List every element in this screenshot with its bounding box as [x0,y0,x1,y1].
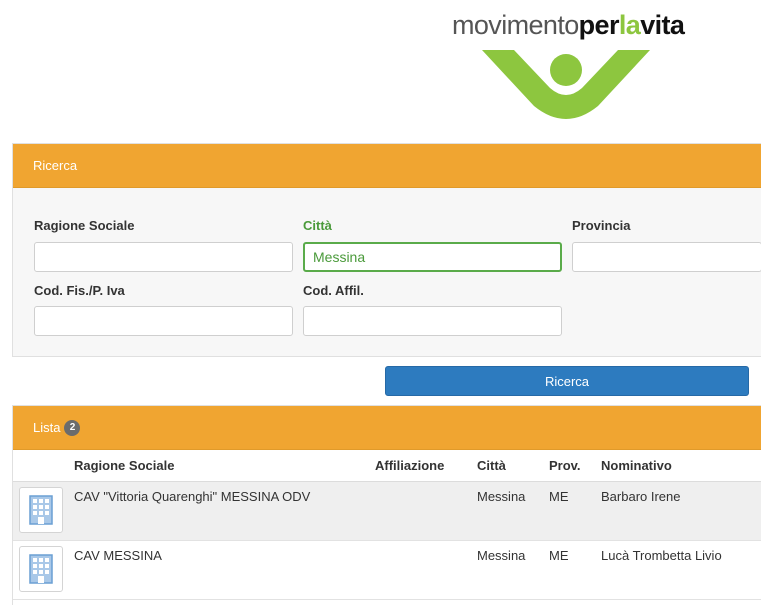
cell-citta: Messina [477,548,526,563]
list-panel-header: Lista 2 [13,406,761,450]
cod-fis-piva-input[interactable] [34,306,293,336]
column-header-affiliazione[interactable]: Affiliazione [375,458,444,473]
search-panel-title: Ricerca [33,158,78,173]
column-header-prov[interactable]: Prov. [549,458,581,473]
cod-affil-input[interactable] [303,306,562,336]
citta-input[interactable] [303,242,562,272]
table-row[interactable]: CAV MESSINA Messina ME Lucà Trombetta Li… [13,541,761,600]
cell-ragione-sociale: CAV MESSINA [74,548,162,563]
logo-text: movimentoperlavita [452,10,685,40]
cell-prov: ME [549,548,569,563]
citta-label: Città [303,218,332,233]
cell-nominativo: Lucà Trombetta Livio [601,548,722,563]
building-icon [19,546,63,592]
provincia-label: Provincia [572,218,631,233]
ragione-sociale-label: Ragione Sociale [34,218,135,233]
list-panel: Lista 2 Ragione Sociale Affiliazione Cit… [12,405,761,605]
logo: movimentoperlavita [452,8,692,119]
cell-nominativo: Barbaro Irene [601,489,681,504]
search-panel: Ricerca Ragione Sociale Città Provincia … [12,143,761,357]
column-header-citta[interactable]: Città [477,458,506,473]
search-button[interactable]: Ricerca [385,366,749,396]
cell-ragione-sociale: CAV "Vittoria Quarenghi" MESSINA ODV [74,489,311,504]
cod-affil-label: Cod. Affil. [303,283,364,298]
cod-fis-piva-label: Cod. Fis./P. Iva [34,283,125,298]
ragione-sociale-input[interactable] [34,242,293,272]
cell-prov: ME [549,489,569,504]
provincia-input[interactable] [572,242,761,272]
search-panel-header: Ricerca [13,144,761,188]
list-panel-title: Lista [33,420,61,435]
count-badge: 2 [64,419,81,436]
logo-emblem-icon [482,50,650,119]
building-icon [19,487,63,533]
column-header-nominativo[interactable]: Nominativo [601,458,672,473]
table-header: Ragione Sociale Affiliazione Città Prov.… [13,450,761,482]
column-header-ragione-sociale[interactable]: Ragione Sociale [74,458,174,473]
table-row[interactable]: CAV "Vittoria Quarenghi" MESSINA ODV Mes… [13,482,761,541]
cell-citta: Messina [477,489,526,504]
